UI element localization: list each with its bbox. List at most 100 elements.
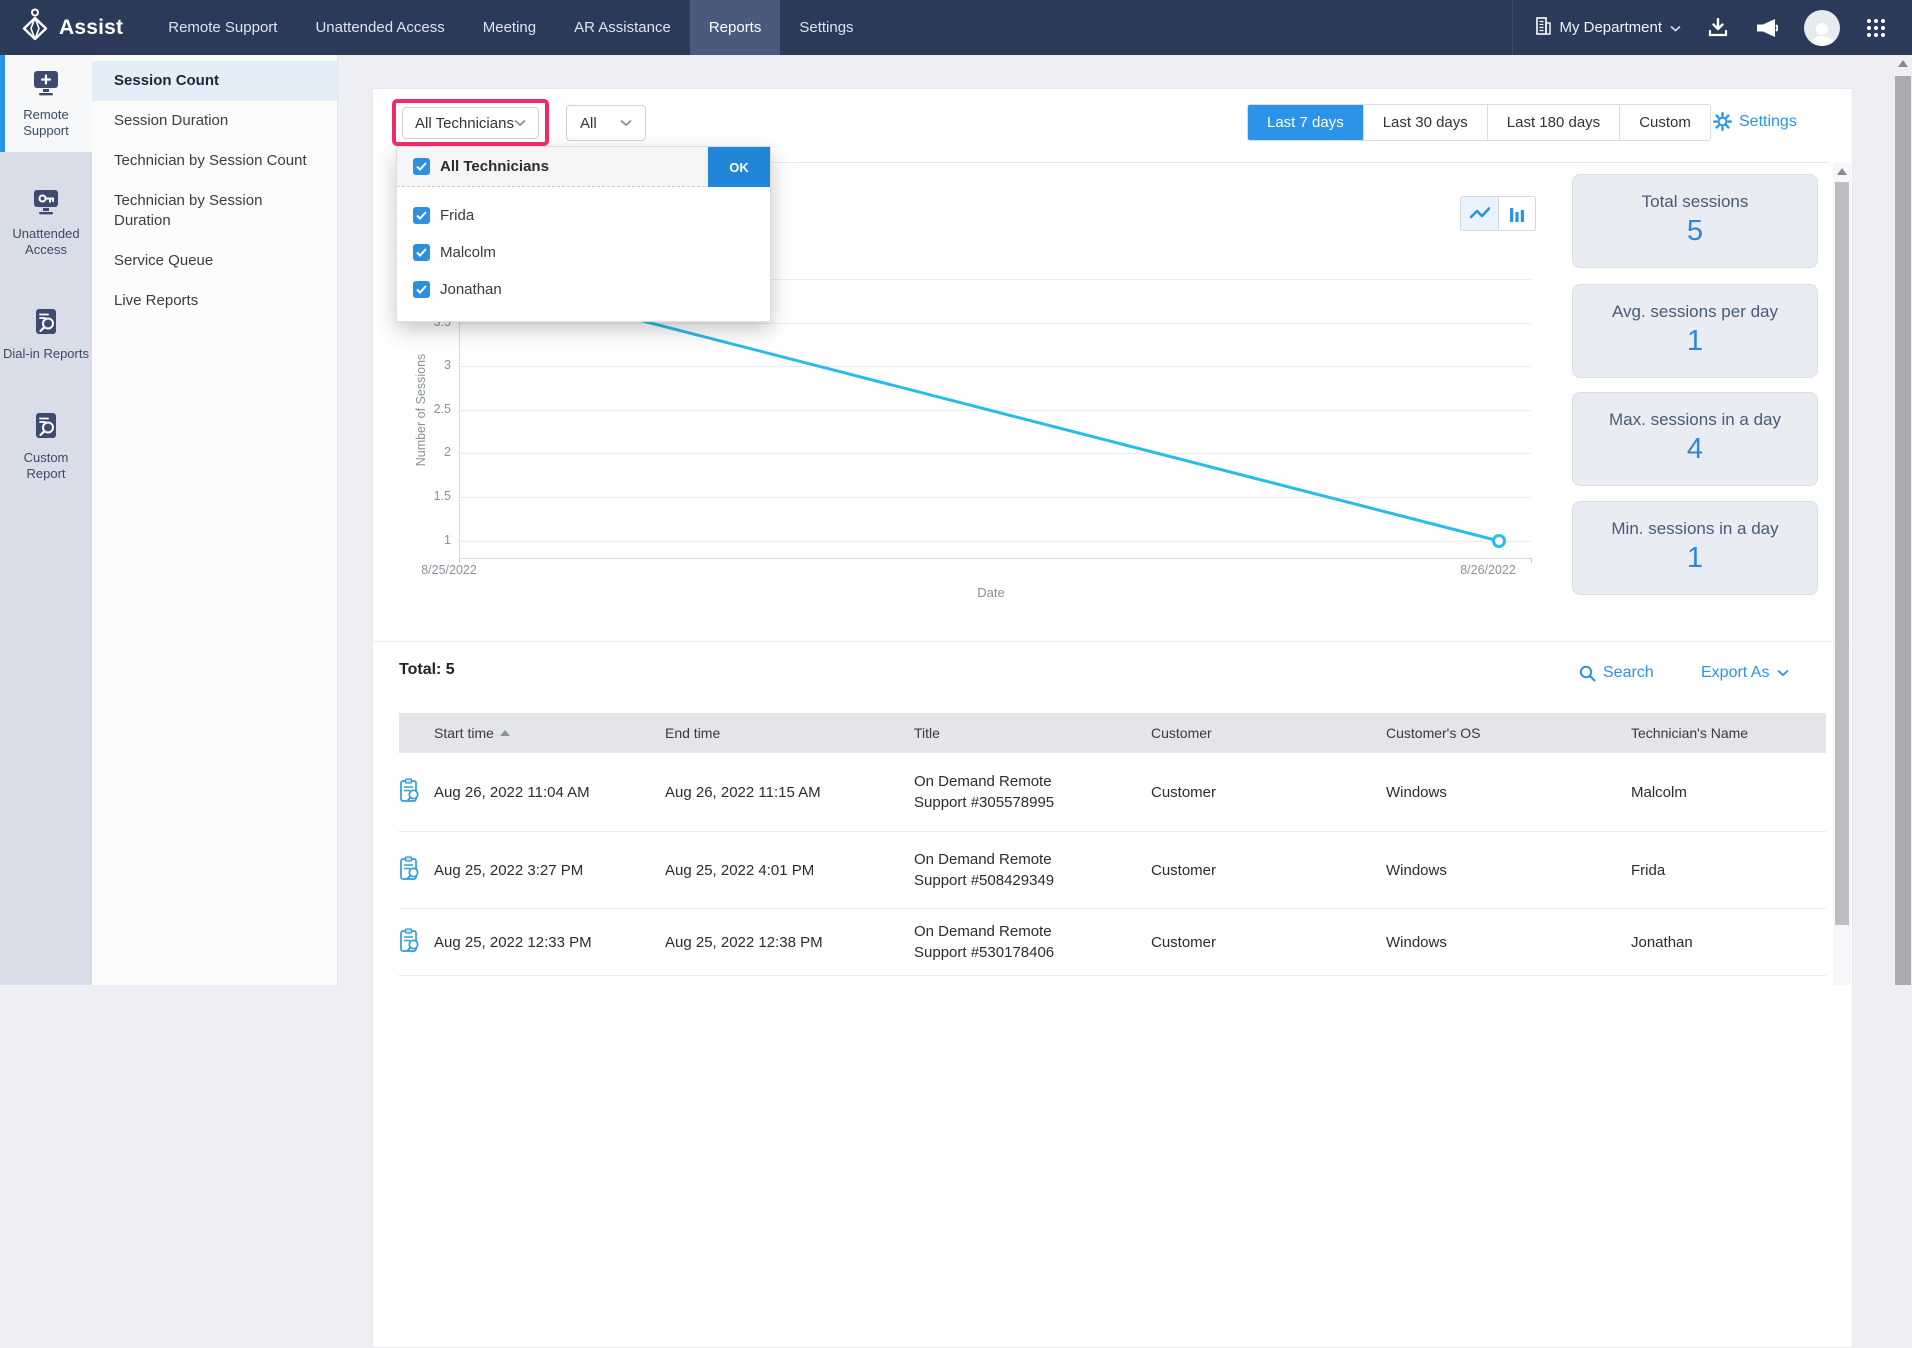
nav-right: My Department [1512, 0, 1912, 55]
bar-chart-toggle[interactable] [1498, 197, 1535, 230]
sidebar-item-technician-by-session-duration[interactable]: Technician by Session Duration [92, 181, 337, 241]
rail-item-custom-report[interactable]: Custom Report [0, 397, 92, 495]
cell-start-time: Aug 25, 2022 12:33 PM [434, 934, 665, 951]
column-label: Customer [1151, 725, 1212, 741]
select-all-option[interactable]: All Technicians OK [397, 147, 770, 187]
line-chart-toggle[interactable] [1461, 197, 1498, 230]
page-scrollbar[interactable] [1894, 55, 1912, 985]
scroll-up-icon[interactable] [1898, 60, 1908, 67]
section-divider [373, 641, 1852, 642]
settings-label: Settings [1739, 113, 1797, 131]
panel-scrollbar[interactable] [1833, 163, 1851, 985]
technician-dropdown-panel: All Technicians OK Frida Malcolm [396, 146, 771, 322]
department-selector[interactable]: My Department [1535, 17, 1681, 39]
export-as-button[interactable]: Export As [1701, 664, 1789, 682]
scope-filter-dropdown[interactable]: All [566, 105, 646, 141]
nav-item-unattended-access[interactable]: Unattended Access [296, 0, 463, 55]
column-end-time[interactable]: End time [665, 725, 914, 741]
rail-item-label: Custom Report [24, 450, 69, 481]
column-customer-os[interactable]: Customer's OS [1386, 725, 1631, 741]
stat-label: Avg. sessions per day [1573, 302, 1817, 322]
option-label: Frida [440, 207, 474, 224]
settings-button[interactable]: Settings [1713, 112, 1797, 131]
range-last-180-days[interactable]: Last 180 days [1487, 105, 1619, 140]
cell-title: On Demand Remote Support #508429349 [914, 845, 1096, 895]
range-last-30-days[interactable]: Last 30 days [1363, 105, 1487, 140]
assist-logo-icon [20, 8, 50, 47]
checkbox-checked[interactable] [413, 281, 430, 298]
column-label: Start time [434, 725, 494, 741]
session-report-icon[interactable] [399, 928, 434, 957]
session-report-icon[interactable] [399, 778, 434, 807]
export-label: Export As [1701, 664, 1769, 682]
cell-end-time: Aug 26, 2022 11:15 AM [665, 784, 914, 801]
nav-item-ar-assistance[interactable]: AR Assistance [555, 0, 690, 55]
data-point-marker [1494, 536, 1505, 547]
sidebar-item-session-duration[interactable]: Session Duration [92, 101, 337, 141]
stat-card-total-sessions: Total sessions 5 [1572, 174, 1818, 268]
remote-support-icon [3, 70, 89, 100]
line-chart-icon [1470, 207, 1490, 221]
column-technician-name[interactable]: Technician's Name [1631, 725, 1826, 741]
column-title[interactable]: Title [914, 725, 1151, 741]
sidebar-item-service-queue[interactable]: Service Queue [92, 241, 337, 281]
chevron-down-icon [514, 119, 526, 127]
checkbox-checked[interactable] [413, 207, 430, 224]
avatar[interactable] [1804, 10, 1840, 46]
nav-item-remote-support[interactable]: Remote Support [149, 0, 296, 55]
cell-end-time: Aug 25, 2022 12:38 PM [665, 934, 914, 951]
table-row[interactable]: Aug 25, 2022 3:27 PM Aug 25, 2022 4:01 P… [399, 832, 1826, 909]
unattended-access-icon [3, 189, 89, 219]
stat-card-min-sessions: Min. sessions in a day 1 [1572, 501, 1818, 595]
column-start-time[interactable]: Start time [434, 725, 665, 741]
department-label: My Department [1559, 19, 1662, 36]
nav-item-settings[interactable]: Settings [780, 0, 872, 55]
nav-item-reports[interactable]: Reports [690, 0, 781, 55]
app-brand[interactable]: Assist [0, 8, 133, 47]
rail-item-dialin-reports[interactable]: Dial-in Reports [0, 293, 92, 375]
stat-label: Max. sessions in a day [1573, 410, 1817, 430]
sidebar-item-technician-by-session-count[interactable]: Technician by Session Count [92, 141, 337, 181]
announcement-icon[interactable] [1755, 18, 1778, 38]
range-custom[interactable]: Custom [1619, 105, 1710, 140]
checkbox-checked[interactable] [413, 158, 430, 175]
cell-end-time: Aug 25, 2022 4:01 PM [665, 862, 914, 879]
table-row[interactable]: Aug 26, 2022 11:04 AM Aug 26, 2022 11:15… [399, 753, 1826, 832]
apps-grid-icon[interactable] [1866, 18, 1886, 38]
cell-technician: Malcolm [1631, 784, 1826, 801]
checkbox-checked[interactable] [413, 244, 430, 261]
nav-item-meeting[interactable]: Meeting [464, 0, 555, 55]
x-axis-title: Date [791, 585, 1191, 600]
column-label: End time [665, 725, 720, 741]
gear-icon [1713, 112, 1732, 131]
option-label: Jonathan [440, 281, 502, 298]
rail-item-unattended-access[interactable]: Unattended Access [0, 174, 92, 271]
sidebar-item-live-reports[interactable]: Live Reports [92, 281, 337, 321]
table-row[interactable]: Aug 25, 2022 12:33 PM Aug 25, 2022 12:38… [399, 909, 1826, 976]
cell-customer: Customer [1151, 934, 1386, 951]
stat-label: Min. sessions in a day [1573, 519, 1817, 539]
search-button[interactable]: Search [1579, 664, 1654, 682]
scroll-up-icon[interactable] [1837, 168, 1847, 175]
cell-start-time: Aug 25, 2022 3:27 PM [434, 862, 665, 879]
cell-customer: Customer [1151, 784, 1386, 801]
download-icon[interactable] [1707, 18, 1729, 38]
icon-rail: Remote Support Unattended Access Dial-in… [0, 55, 92, 985]
rail-item-remote-support[interactable]: Remote Support [0, 55, 92, 152]
report-panel: All Technicians All Last 7 days Last 30 … [372, 88, 1853, 1348]
sidebar-item-session-count[interactable]: Session Count [92, 61, 337, 101]
option-jonathan[interactable]: Jonathan [397, 271, 770, 308]
session-report-icon[interactable] [399, 856, 434, 885]
option-label: Malcolm [440, 244, 496, 261]
range-last-7-days[interactable]: Last 7 days [1248, 105, 1363, 140]
option-malcolm[interactable]: Malcolm [397, 234, 770, 271]
cell-os: Windows [1386, 784, 1631, 801]
column-customer[interactable]: Customer [1151, 725, 1386, 741]
scrollbar-thumb[interactable] [1835, 182, 1849, 925]
ok-button[interactable]: OK [708, 147, 770, 187]
stat-value: 5 [1573, 215, 1817, 248]
option-frida[interactable]: Frida [397, 197, 770, 234]
dialin-reports-icon [3, 308, 89, 339]
scrollbar-thumb[interactable] [1895, 76, 1911, 985]
technician-filter-dropdown[interactable]: All Technicians [402, 107, 539, 139]
